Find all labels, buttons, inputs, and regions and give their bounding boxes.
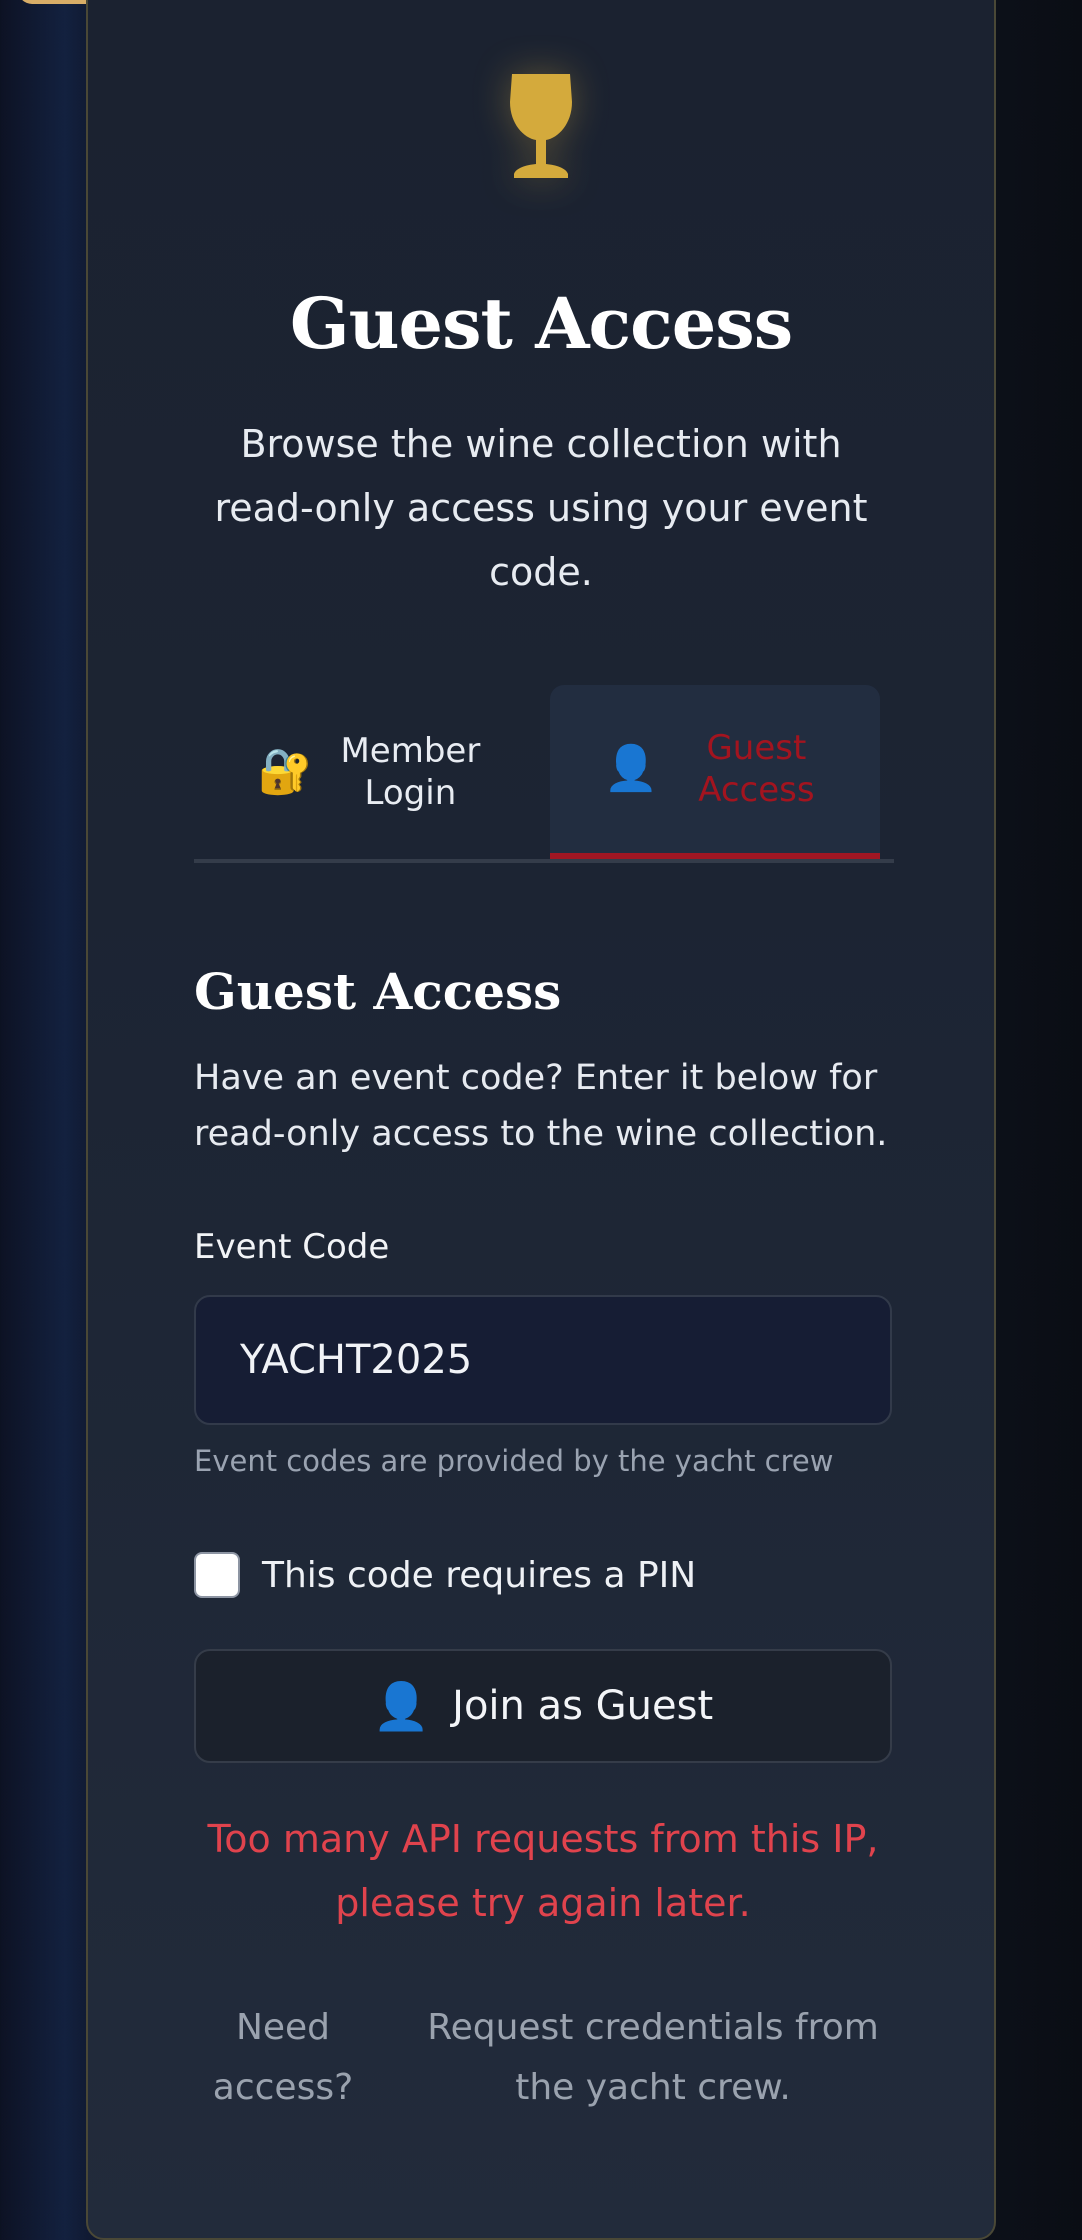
pin-checkbox[interactable] — [194, 1552, 240, 1598]
footer: Need access? Request credentials from th… — [194, 1998, 892, 2118]
error-message: Too many API requests from this IP, plea… — [207, 1817, 879, 1925]
tab-member-login[interactable]: 🔐 Member Login — [194, 685, 544, 859]
wine-glass-icon — [510, 74, 572, 178]
join-as-guest-button[interactable]: 👤 Join as Guest — [194, 1649, 892, 1763]
lock-key-icon: 🔐 — [257, 746, 313, 797]
event-code-label: Event Code — [194, 1227, 390, 1267]
tab-guest-access[interactable]: 👤 Guest Access — [550, 685, 880, 859]
request-credentials-text: Request credentials from the yacht crew. — [427, 2007, 879, 2108]
pin-checkbox-label[interactable]: This code requires a PIN — [262, 1555, 696, 1596]
page-subtitle: Browse the wine collection with read-onl… — [214, 422, 868, 594]
page-title: Guest Access — [289, 282, 793, 365]
pin-checkbox-row[interactable]: This code requires a PIN — [194, 1552, 696, 1598]
join-button-label: Join as Guest — [452, 1683, 714, 1729]
tab-label: Member Login — [340, 731, 481, 813]
tab-label: Guest Access — [698, 728, 815, 810]
event-code-helper: Event codes are provided by the yacht cr… — [194, 1444, 834, 1478]
section-description: Have an event code? Enter it below for r… — [194, 1058, 888, 1154]
person-icon: 👤 — [603, 743, 659, 794]
person-icon: 👤 — [372, 1678, 431, 1733]
auth-tabs: 🔐 Member Login 👤 Guest Access — [194, 685, 894, 863]
event-code-input[interactable] — [194, 1295, 892, 1425]
wine-glass-logo — [88, 72, 994, 202]
login-card: Guest Access Browse the wine collection … — [86, 0, 996, 2240]
need-access-text: Need access? — [212, 2007, 354, 2108]
section-title: Guest Access — [194, 962, 562, 1021]
